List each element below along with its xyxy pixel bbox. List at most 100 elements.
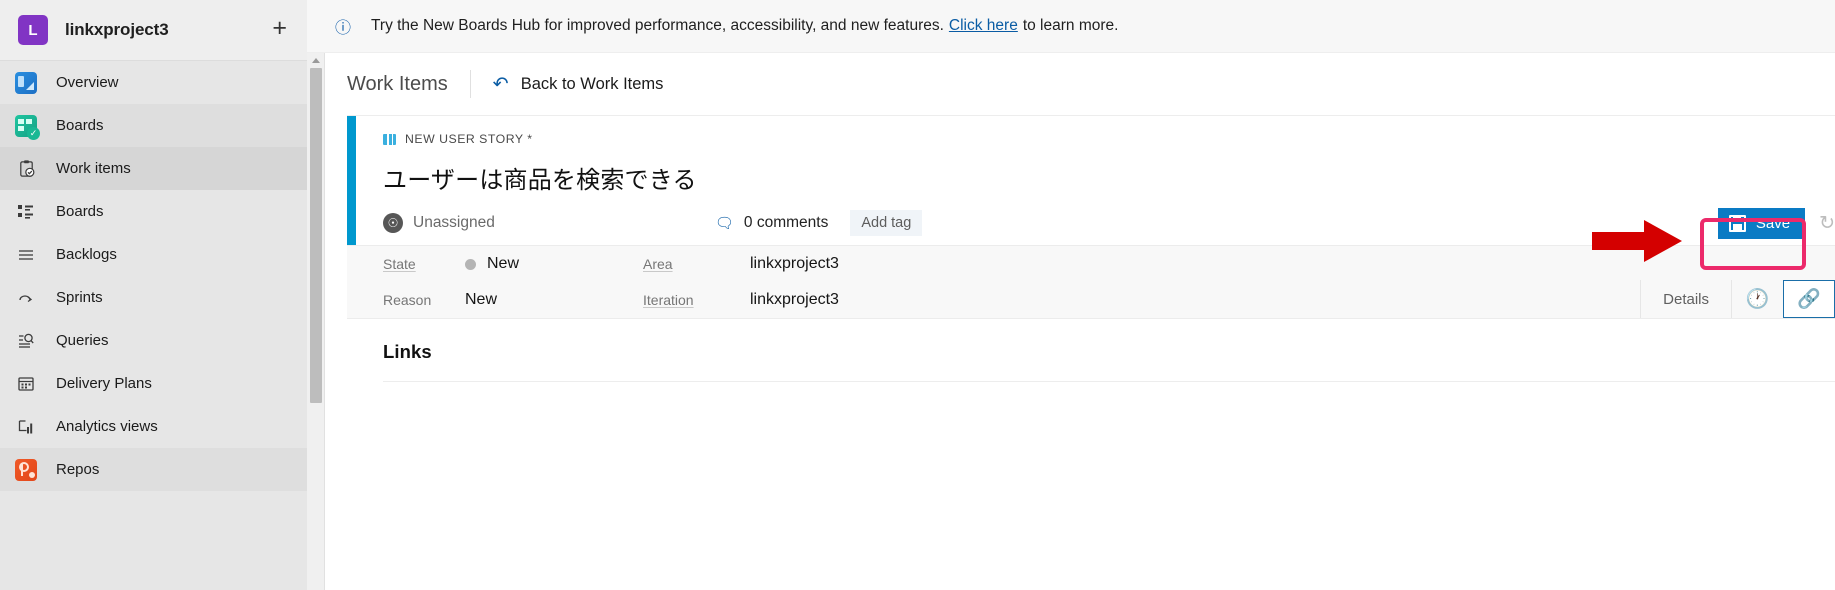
sidebar-item-repos[interactable]: Repos <box>0 448 307 491</box>
work-item-tab-strip: Details 🕐 🔗 <box>1640 280 1835 318</box>
sidebar-item-label: Delivery Plans <box>56 375 152 392</box>
sprints-icon <box>14 286 38 310</box>
state-dot-icon <box>465 258 476 270</box>
new-boards-hub-banner: ⓘ Try the New Boards Hub for improved pe… <box>307 0 1835 53</box>
work-item-meta-row: ☉ Unassigned 🗨 0 comments Add tag Save ↻ <box>383 201 1835 245</box>
refresh-icon[interactable]: ↻ <box>1819 212 1835 235</box>
sidebar-item-work-items[interactable]: Work items <box>0 147 307 190</box>
save-button[interactable]: Save <box>1717 207 1806 239</box>
comments-link[interactable]: 🗨 0 comments <box>715 214 828 232</box>
backlogs-icon <box>14 243 38 267</box>
sidebar: L linkxproject3 + Overview Boards <box>0 0 307 590</box>
page-title: Work Items <box>347 72 448 95</box>
scrollbar-track[interactable] <box>307 403 324 590</box>
sidebar-item-analytics-views[interactable]: Analytics views <box>0 405 307 448</box>
info-icon: ⓘ <box>335 20 352 37</box>
save-button-label: Save <box>1755 214 1791 232</box>
vertical-scrollbar[interactable] <box>307 53 325 590</box>
person-avatar-icon: ☉ <box>383 213 403 233</box>
assigned-to-value: Unassigned <box>413 214 495 231</box>
work-item-type-label: NEW USER STORY * <box>405 132 533 146</box>
sidebar-item-label: Work items <box>56 160 131 177</box>
area-value: linkxproject3 <box>750 255 839 272</box>
project-avatar: L <box>18 15 48 45</box>
area-field[interactable]: Area linkxproject3 <box>643 246 839 282</box>
work-item-fields-strip: State New Reason New Area linkxproject3 … <box>347 245 1835 319</box>
sidebar-item-backlogs[interactable]: Backlogs <box>0 233 307 276</box>
user-story-book-icon <box>383 133 396 145</box>
iteration-label: Iteration <box>643 292 694 308</box>
work-item-title[interactable]: ユーザーは商品を検索できる <box>383 160 1835 195</box>
sidebar-item-delivery-plans[interactable]: Delivery Plans <box>0 362 307 405</box>
sidebar-item-label: Overview <box>56 74 119 91</box>
iteration-field[interactable]: Iteration linkxproject3 <box>643 282 839 318</box>
fields-column-right: Area linkxproject3 Iteration linkxprojec… <box>643 246 839 318</box>
add-project-button[interactable]: + <box>268 15 291 45</box>
links-section: Links <box>347 319 1835 382</box>
state-value-text: New <box>487 255 520 272</box>
sidebar-item-label: Backlogs <box>56 246 117 263</box>
comment-bubble-icon: 🗨 <box>714 215 734 232</box>
sidebar-item-boards[interactable]: Boards <box>0 190 307 233</box>
sidebar-item-label: Queries <box>56 332 109 349</box>
banner-text-after: to learn more. <box>1022 17 1119 34</box>
tab-details[interactable]: Details <box>1640 280 1731 318</box>
analytics-views-icon <box>14 415 38 439</box>
work-item-accent-bar <box>347 116 356 245</box>
scroll-up-arrow-icon[interactable] <box>311 58 320 63</box>
scrollbar-thumb[interactable] <box>310 68 322 403</box>
reason-label: Reason <box>383 292 432 308</box>
links-section-divider <box>383 381 1835 382</box>
add-tag-button[interactable]: Add tag <box>850 210 923 236</box>
save-floppy-icon <box>1728 214 1746 232</box>
repos-squircle-icon <box>14 458 38 482</box>
sidebar-item-overview[interactable]: Overview <box>0 61 307 104</box>
sidebar-item-label: Analytics views <box>56 418 158 435</box>
state-field[interactable]: State New <box>383 246 643 282</box>
work-items-icon <box>14 157 38 181</box>
overview-squircle-icon <box>14 71 38 95</box>
sidebar-item-label: Sprints <box>56 289 103 306</box>
boards-squircle-icon <box>14 114 40 140</box>
back-to-work-items-link[interactable]: ↶ Back to Work Items <box>493 73 664 96</box>
work-item-pane: Work Items ↶ Back to Work Items NEW USER… <box>325 53 1835 590</box>
banner-click-here-link[interactable]: Click here <box>949 17 1018 35</box>
delivery-plans-icon <box>14 372 38 396</box>
project-header[interactable]: L linkxproject3 + <box>0 0 307 61</box>
fields-column-left: State New Reason New <box>383 246 643 318</box>
azure-devops-work-item-page: L linkxproject3 + Overview Boards <box>0 0 1835 590</box>
reason-field[interactable]: Reason New <box>383 282 643 318</box>
back-to-work-items-label: Back to Work Items <box>520 74 664 93</box>
reason-value: New <box>465 291 498 308</box>
work-item-header-card: NEW USER STORY * ユーザーは商品を検索できる ☉ Unassig… <box>347 115 1835 245</box>
work-item-actions: Save ↻ <box>1717 201 1835 245</box>
undo-arrow-icon: ↶ <box>492 73 509 95</box>
queries-icon <box>14 329 38 353</box>
content-wrapper: Work Items ↶ Back to Work Items NEW USER… <box>307 53 1835 590</box>
sidebar-nav: Overview Boards Work items <box>0 61 307 491</box>
history-clock-icon: 🕐 <box>1745 289 1770 310</box>
assigned-to-field[interactable]: ☉ Unassigned <box>383 213 495 233</box>
links-section-title: Links <box>383 341 432 362</box>
boards-grid-icon <box>14 200 38 224</box>
sidebar-item-queries[interactable]: Queries <box>0 319 307 362</box>
state-label: State <box>383 256 416 272</box>
tab-history[interactable]: 🕐 <box>1731 280 1783 318</box>
main-area: ⓘ Try the New Boards Hub for improved pe… <box>307 0 1835 590</box>
iteration-value: linkxproject3 <box>750 291 839 308</box>
banner-text: Try the New Boards Hub for improved perf… <box>371 17 944 34</box>
sidebar-item-sprints[interactable]: Sprints <box>0 276 307 319</box>
link-chain-icon: 🔗 <box>1797 289 1821 310</box>
sidebar-item-boards-group[interactable]: Boards <box>0 104 307 147</box>
area-label: Area <box>643 256 673 272</box>
project-name: linkxproject3 <box>65 20 169 39</box>
sidebar-item-label: Boards <box>56 117 104 134</box>
work-item-type: NEW USER STORY * <box>383 130 1835 148</box>
sidebar-item-label: Repos <box>56 461 100 478</box>
breadcrumb: Work Items ↶ Back to Work Items <box>325 53 1835 115</box>
breadcrumb-divider <box>469 70 471 98</box>
comments-count: 0 comments <box>743 214 829 231</box>
state-value: New <box>465 255 519 273</box>
sidebar-item-label: Boards <box>56 203 104 220</box>
tab-links[interactable]: 🔗 <box>1783 280 1835 318</box>
